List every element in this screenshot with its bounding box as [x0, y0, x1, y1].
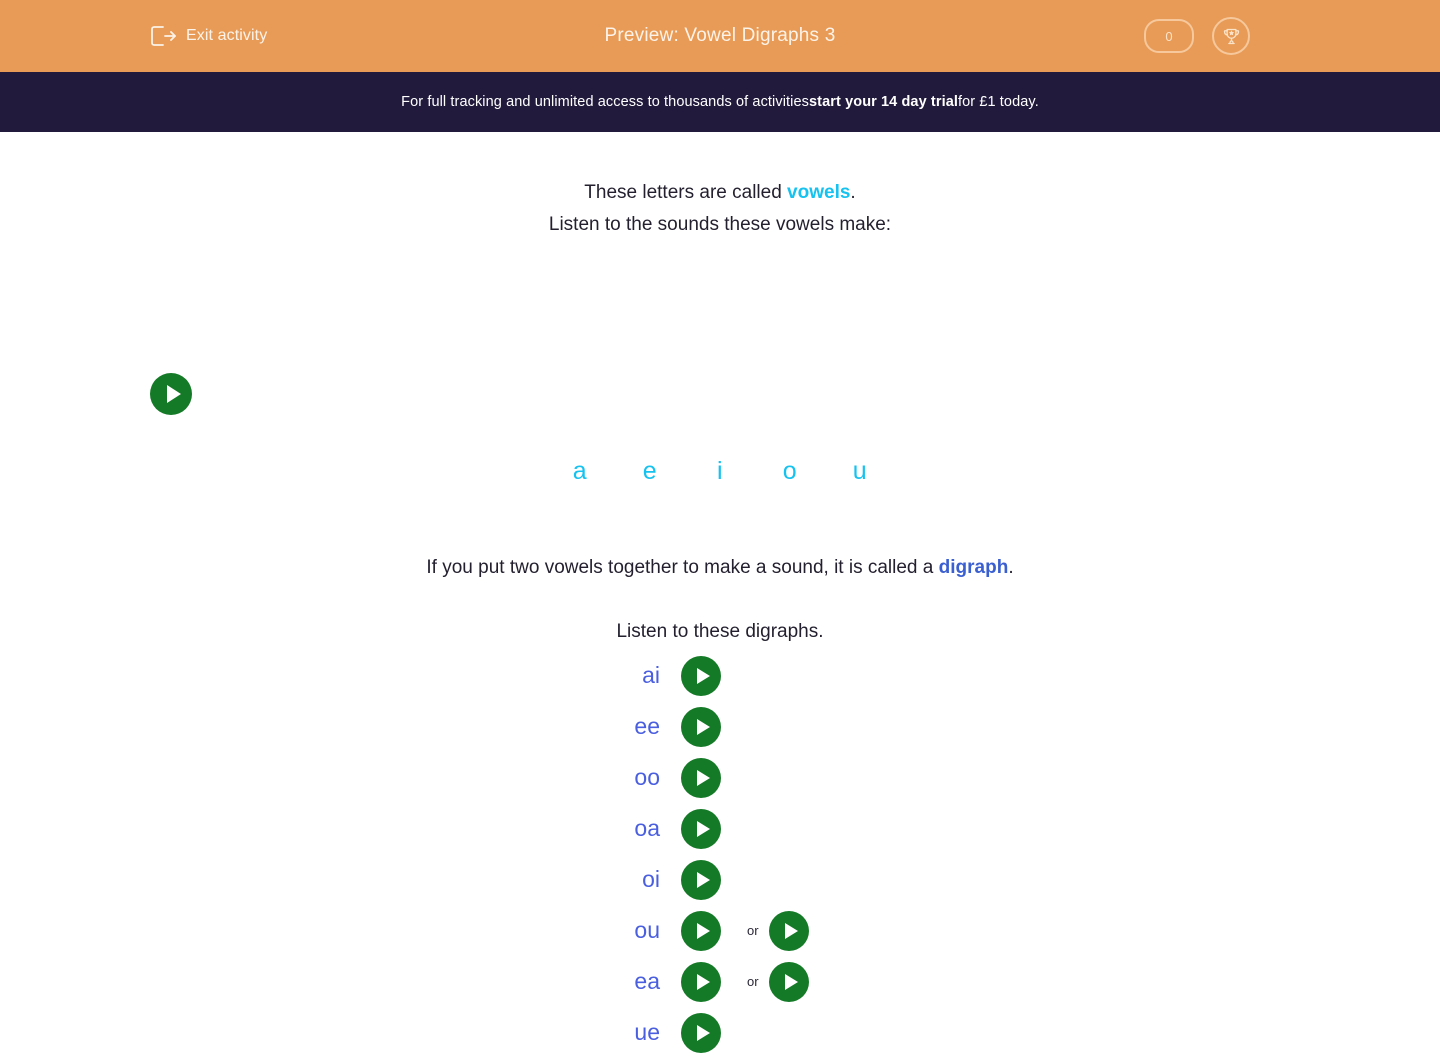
digraph-definition: If you put two vowels together to make a…	[0, 557, 1440, 579]
digraph-label: ou	[634, 917, 660, 943]
score-badge[interactable]: 0	[1144, 19, 1194, 53]
digraph-play-button[interactable]	[681, 910, 721, 951]
play-icon	[697, 718, 710, 735]
digraph-alt-play-button[interactable]	[769, 961, 809, 1002]
digraph-row: oa	[0, 803, 1440, 854]
play-icon	[166, 385, 181, 403]
digraph-label: oi	[642, 866, 660, 892]
digraph-label: oo	[634, 764, 660, 790]
vowels-intro-line-2: Listen to the sounds these vowels make:	[548, 214, 892, 235]
play-icon	[697, 871, 710, 888]
exit-door-arrow-icon	[150, 24, 176, 48]
digraph-or-label: or	[747, 974, 759, 989]
play-icon	[697, 667, 710, 684]
digraph-label: oa	[634, 815, 660, 841]
app-header: Exit activity Preview: Vowel Digraphs 3 …	[0, 0, 1440, 72]
digraph-row: oo	[0, 752, 1440, 803]
vowels-keyword: vowels	[787, 182, 851, 203]
score-value: 0	[1165, 28, 1173, 44]
promo-tail-text: for £1 today.	[958, 94, 1039, 110]
trial-promo-banner[interactable]: For full tracking and unlimited access t…	[0, 72, 1440, 132]
vowel-letter: u	[852, 457, 868, 485]
digraph-play-button[interactable]	[681, 859, 721, 900]
digraph-row: ea or	[0, 956, 1440, 1007]
digraph-label: ee	[634, 713, 660, 739]
digraph-label: ai	[642, 662, 660, 688]
digraph-keyword: digraph	[938, 557, 1009, 578]
exit-activity-button[interactable]: Exit activity	[150, 0, 267, 72]
digraph-row: ee	[0, 701, 1440, 752]
promo-lead-text: For full tracking and unlimited access t…	[401, 94, 810, 110]
header-actions: 0	[1144, 0, 1250, 72]
digraph-or-label: or	[747, 923, 759, 938]
play-icon	[785, 973, 798, 990]
trophy-button[interactable]	[1212, 17, 1250, 55]
play-icon	[785, 922, 798, 939]
digraph-row: ai	[0, 650, 1440, 701]
digraph-play-button[interactable]	[681, 1012, 721, 1053]
digraph-row: oi	[0, 854, 1440, 905]
digraph-play-button[interactable]	[681, 808, 721, 849]
digraph-play-button[interactable]	[681, 961, 721, 1002]
play-icon	[697, 922, 710, 939]
digraph-play-button[interactable]	[681, 706, 721, 747]
vowels-intro-prefix: These letters are called	[584, 182, 788, 203]
digraph-definition-prefix: If you put two vowels together to make a…	[426, 557, 939, 578]
vowel-letter: e	[642, 457, 658, 485]
promo-emphasis-text: start your 14 day trial	[809, 94, 958, 110]
digraph-row: ue	[0, 1007, 1440, 1058]
play-icon	[697, 973, 710, 990]
digraph-list: ai ee oo oa oi ou or ea or ue	[0, 650, 1440, 1058]
digraph-play-button[interactable]	[681, 655, 721, 696]
digraph-label: ue	[634, 1019, 660, 1045]
play-icon	[697, 769, 710, 786]
play-icon	[697, 820, 710, 837]
activity-content: These letters are called vowels. Listen …	[0, 132, 1440, 1053]
digraph-label: ea	[634, 968, 660, 994]
vowels-intro-line-1: These letters are called vowels.	[0, 177, 1440, 209]
digraph-row: ou or	[0, 905, 1440, 956]
vowel-letters-row: aeiou	[0, 457, 1440, 486]
vowels-intro-suffix: .	[850, 182, 856, 203]
vowel-sounds-play-button-wrapper	[150, 373, 192, 415]
vowel-sounds-play-button[interactable]	[150, 373, 192, 415]
digraph-definition-suffix: .	[1008, 557, 1014, 578]
vowel-letter: a	[572, 457, 588, 485]
digraph-play-button[interactable]	[681, 757, 721, 798]
vowel-letter: o	[782, 457, 798, 485]
trophy-star-icon	[1221, 26, 1242, 47]
listen-digraphs-label: Listen to these digraphs.	[616, 621, 824, 642]
vowel-letter: i	[716, 457, 724, 485]
digraph-alt-play-button[interactable]	[769, 910, 809, 951]
play-icon	[697, 1024, 710, 1041]
vowels-intro: These letters are called vowels. Listen …	[0, 177, 1440, 241]
exit-activity-label: Exit activity	[186, 27, 268, 44]
